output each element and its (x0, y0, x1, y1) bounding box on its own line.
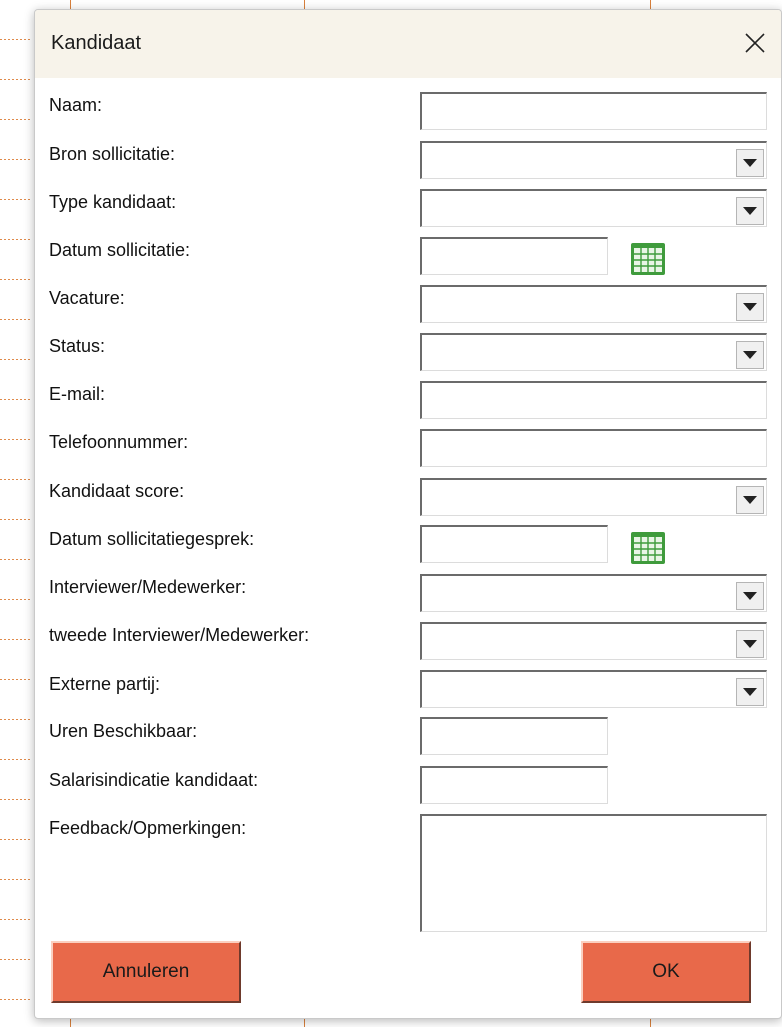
externe-partij-select[interactable] (420, 670, 767, 708)
label-kandidaat-score: Kandidaat score: (49, 481, 185, 501)
kandidaat-score-select[interactable] (420, 478, 767, 516)
label-datum-sollicitatie: Datum sollicitatie: (49, 240, 191, 260)
chevron-down-icon (743, 592, 757, 600)
label-bron-sollicitatie: Bron sollicitatie: (49, 144, 176, 164)
label-feedback: Feedback/Opmerkingen: (49, 818, 247, 838)
label-email: E-mail: (49, 384, 106, 404)
chevron-down-icon (743, 640, 757, 648)
naam-input[interactable] (420, 92, 767, 130)
chevron-down-icon (743, 351, 757, 359)
label-externe-partij: Externe partij: (49, 674, 161, 694)
email-input[interactable] (420, 381, 767, 419)
dropdown-button[interactable] (736, 678, 764, 706)
chevron-down-icon (743, 303, 757, 311)
dialog-titlebar: Kandidaat (35, 10, 781, 78)
label-interviewer: Interviewer/Medewerker: (49, 577, 247, 597)
datum-sollicitatiegesprek-input[interactable] (420, 525, 608, 563)
label-type-kandidaat: Type kandidaat: (49, 192, 177, 212)
dropdown-button[interactable] (736, 486, 764, 514)
chevron-down-icon (743, 207, 757, 215)
label-uren-beschikbaar: Uren Beschikbaar: (49, 721, 198, 741)
dropdown-button[interactable] (736, 341, 764, 369)
chevron-down-icon (743, 688, 757, 696)
calendar-icon (631, 243, 665, 275)
interviewer-select[interactable] (420, 574, 767, 612)
label-salarisindicatie: Salarisindicatie kandidaat: (49, 770, 259, 790)
status-select[interactable] (420, 333, 767, 371)
calendar-button[interactable] (630, 242, 666, 276)
label-vacature: Vacature: (49, 288, 125, 308)
calendar-button[interactable] (630, 531, 666, 565)
label-telefoonnummer: Telefoonnummer: (49, 432, 189, 452)
cancel-button[interactable]: Annuleren (51, 941, 241, 1003)
feedback-textarea[interactable] (420, 814, 767, 932)
label-tweede-interviewer: tweede Interviewer/Medewerker: (49, 625, 310, 645)
telefoonnummer-input[interactable] (420, 429, 767, 467)
dialog-title: Kandidaat (51, 32, 142, 54)
dropdown-button[interactable] (736, 630, 764, 658)
label-naam: Naam: (49, 95, 103, 115)
chevron-down-icon (743, 159, 757, 167)
dropdown-button[interactable] (736, 293, 764, 321)
sheet-row-markers (0, 0, 32, 1027)
dropdown-button[interactable] (736, 582, 764, 610)
dropdown-button[interactable] (736, 197, 764, 225)
label-datum-sollicitatiegesprek: Datum sollicitatiegesprek: (49, 529, 255, 549)
close-button[interactable] (735, 23, 775, 63)
type-kandidaat-select[interactable] (420, 189, 767, 227)
vacature-select[interactable] (420, 285, 767, 323)
salarisindicatie-input[interactable] (420, 766, 608, 804)
label-status: Status: (49, 336, 106, 356)
bron-sollicitatie-select[interactable] (420, 141, 767, 179)
close-icon (745, 33, 765, 53)
kandidaat-dialog: Kandidaat Naam: Bron sollicitatie: Type … (34, 9, 782, 1019)
chevron-down-icon (743, 496, 757, 504)
dropdown-button[interactable] (736, 149, 764, 177)
datum-sollicitatie-input[interactable] (420, 237, 608, 275)
calendar-icon (631, 532, 665, 564)
uren-beschikbaar-input[interactable] (420, 717, 608, 755)
tweede-interviewer-select[interactable] (420, 622, 767, 660)
ok-button[interactable]: OK (581, 941, 751, 1003)
